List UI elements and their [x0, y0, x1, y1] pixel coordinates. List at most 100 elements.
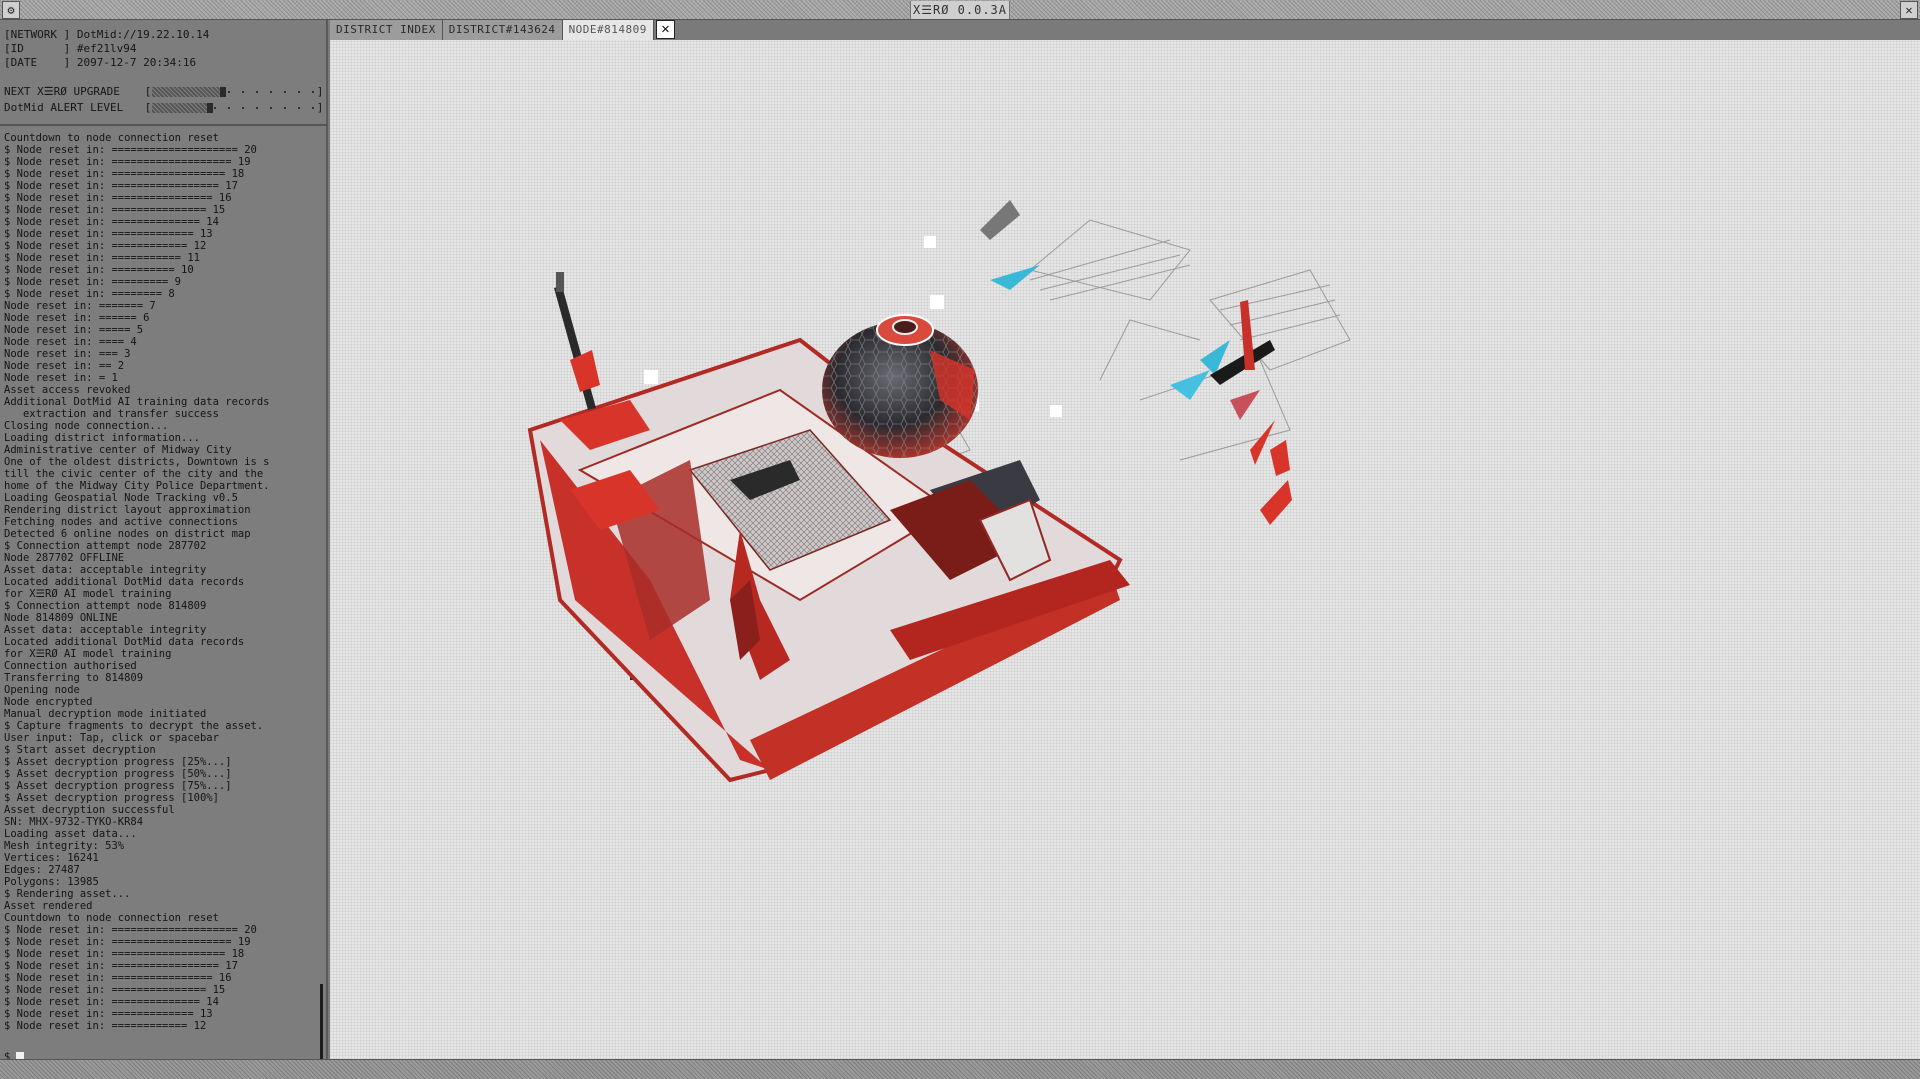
asset-viewport[interactable]: [330, 40, 1920, 1059]
console-line: $ Node reset in: ================== 18: [4, 168, 245, 180]
console-line: $ Node reset in: ================== 18: [4, 948, 245, 960]
id-label: [ID ]: [4, 42, 71, 55]
tab-node-814809[interactable]: NODE#814809: [562, 20, 654, 40]
console-line: Detected 6 online nodes on district map: [4, 528, 251, 540]
console-line: Node 814809 ONLINE: [4, 612, 118, 624]
console-line: $ Node reset in: ==================== 20: [4, 924, 257, 936]
tab-district-143624[interactable]: DISTRICT#143624: [442, 20, 563, 40]
close-icon[interactable]: ✕: [1900, 1, 1918, 19]
console-line: till the civic center of the city and th…: [4, 468, 264, 480]
console-line: Node reset in: == 2: [4, 360, 125, 372]
sensor-dome: [822, 314, 978, 458]
console-line: $ Rendering asset...: [4, 888, 131, 900]
console-line: Vertices: 16241: [4, 852, 99, 864]
console-line: home of the Midway City Police Departmen…: [4, 480, 270, 492]
console-line: Administrative center of Midway City: [4, 444, 232, 456]
upgrade-meter-row: NEXT X☰RØ UPGRADE [ ]: [4, 85, 324, 99]
console-line: User input: Tap, click or spacebar: [4, 732, 219, 744]
console-log[interactable]: Countdown to node connection reset $ Node…: [4, 132, 318, 1058]
upgrade-meter-label: NEXT X☰RØ UPGRADE: [4, 85, 120, 98]
console-line: Node reset in: = 1: [4, 372, 118, 384]
console-line: Loading Geospatial Node Tracking v0.5: [4, 492, 238, 504]
console-line: Additional DotMid AI training data recor…: [4, 396, 270, 408]
console-line: extraction and transfer success: [4, 408, 219, 420]
terminal-panel: [NETWORK ] DotMid://19.22.10.14 [ID ] #e…: [0, 20, 328, 1063]
session-info: [NETWORK ] DotMid://19.22.10.14 [ID ] #e…: [4, 28, 324, 70]
console-line: $ Node reset in: ========== 10: [4, 264, 194, 276]
alert-meter-row: DotMid ALERT LEVEL [ ]: [4, 101, 324, 115]
rendered-asset[interactable]: [330, 40, 1920, 1059]
console-line: Node reset in: ==== 4: [4, 336, 137, 348]
console-line: Rendering district layout approximation: [4, 504, 251, 516]
console-line: $ Node reset in: =========== 11: [4, 252, 200, 264]
console-scrollbar[interactable]: [320, 984, 323, 1060]
console-line: Opening node: [4, 684, 80, 696]
console-line: $ Asset decryption progress [25%...]: [4, 756, 232, 768]
tab-bar: DISTRICT INDEX DISTRICT#143624 NODE#8148…: [330, 20, 675, 40]
network-label: [NETWORK ]: [4, 28, 71, 41]
console-line: Edges: 27487: [4, 864, 80, 876]
console-line: $ Node reset in: ================= 17: [4, 960, 238, 972]
antenna: [554, 272, 600, 410]
console-line: for X☰RØ AI model training: [4, 648, 172, 660]
gear-icon[interactable]: ⚙: [2, 1, 20, 19]
console-line: Located additional DotMid data records: [4, 636, 245, 648]
console-line: Node reset in: ===== 5: [4, 324, 144, 336]
id-row: [ID ] #ef21lv94: [4, 42, 324, 56]
console-line: $ Node reset in: ================= 17: [4, 180, 238, 192]
console-line: $ Node reset in: ============= 13: [4, 228, 213, 240]
console-line: Transferring to 814809: [4, 672, 144, 684]
console-line: Asset decryption successful: [4, 804, 175, 816]
console-line: $ Node reset in: ============== 14: [4, 216, 219, 228]
console-line: Fetching nodes and active connections: [4, 516, 238, 528]
console-line: $ Node reset in: ============= 13: [4, 1008, 213, 1020]
console-line: Connection authorised: [4, 660, 137, 672]
console-line: Countdown to node connection reset: [4, 912, 219, 924]
console-line: Loading district information...: [4, 432, 200, 444]
tab-district-index[interactable]: DISTRICT INDEX: [330, 20, 443, 40]
console-line: $ Node reset in: ================ 16: [4, 192, 232, 204]
console-line: $ Node reset in: ======== 8: [4, 288, 175, 300]
network-value: DotMid://19.22.10.14: [76, 28, 210, 41]
console-line: $ Node reset in: ============ 12: [4, 240, 207, 252]
console-line: Asset access revoked: [4, 384, 131, 396]
console-line: Manual decryption mode initiated: [4, 708, 207, 720]
console-line: Polygons: 13985: [4, 876, 99, 888]
date-row: [DATE ] 2097-12-7 20:34:16: [4, 56, 324, 70]
console-line: Loading asset data...: [4, 828, 137, 840]
console-line: $ Node reset in: ============ 12: [4, 1020, 207, 1032]
console-line: $ Node reset in: =============== 15: [4, 984, 226, 996]
console-line: $ Asset decryption progress [100%]: [4, 792, 219, 804]
console-line: Mesh integrity: 53%: [4, 840, 125, 852]
alert-meter-label: DotMid ALERT LEVEL: [4, 101, 124, 114]
console-line: $ Asset decryption progress [75%...]: [4, 780, 232, 792]
console-line: Asset rendered: [4, 900, 93, 912]
console-line: Node reset in: ======= 7: [4, 300, 156, 312]
console-line: $ Start asset decryption: [4, 744, 156, 756]
network-row: [NETWORK ] DotMid://19.22.10.14: [4, 28, 324, 42]
alert-meter-fill: [152, 103, 213, 113]
close-icon[interactable]: ✕: [655, 20, 675, 39]
console-line: $ Capture fragments to decrypt the asset…: [4, 720, 264, 732]
console-line: Asset data: acceptable integrity: [4, 564, 207, 576]
console-line: Node reset in: ====== 6: [4, 312, 150, 324]
console-line: $ Node reset in: =================== 19: [4, 936, 251, 948]
console-line: $ Node reset in: ==================== 20: [4, 144, 257, 156]
console-line: One of the oldest districts, Downtown is…: [4, 456, 270, 468]
upgrade-meter: [ ]: [144, 85, 324, 98]
alert-meter: [ ]: [144, 101, 324, 114]
console-line: $ Asset decryption progress [50%...]: [4, 768, 232, 780]
console-line: $ Node reset in: =============== 15: [4, 204, 226, 216]
date-label: [DATE ]: [4, 56, 71, 69]
console-line: for X☰RØ AI model training: [4, 588, 172, 600]
console-line: $ Node reset in: ================ 16: [4, 972, 232, 984]
console-line: $ Node reset in: ============== 14: [4, 996, 219, 1008]
console-line: Node encrypted: [4, 696, 93, 708]
meter-cap: [219, 87, 226, 97]
title-bar: ⚙ X☰RØ 0.0.3A ✕: [0, 0, 1920, 20]
console-line: Countdown to node connection reset: [4, 132, 219, 144]
console-line: Located additional DotMid data records: [4, 576, 245, 588]
console-line: $ Node reset in: ========= 9: [4, 276, 182, 288]
console-line: Node reset in: === 3: [4, 348, 131, 360]
console-line: $ Connection attempt node 814809: [4, 600, 207, 612]
